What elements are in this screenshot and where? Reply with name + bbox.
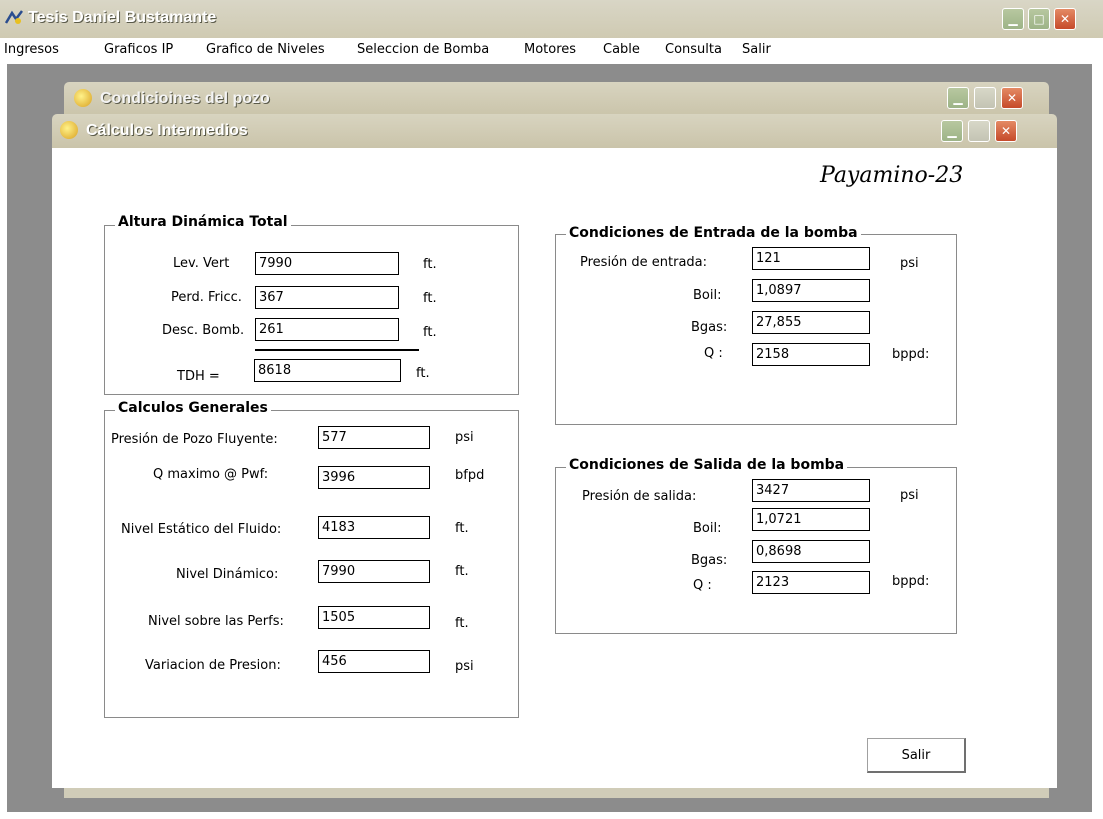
close-button[interactable]: ✕ (1054, 8, 1076, 30)
tdh-group-label: Altura Dinámica Total (115, 214, 291, 230)
tdh-label: TDH = (177, 369, 220, 384)
perd-fricc-label: Perd. Fricc. (171, 290, 242, 305)
close-icon: ✕ (1006, 91, 1018, 105)
maximize-icon: □ (1033, 12, 1045, 26)
calc-window-bottom-border (64, 788, 1049, 798)
discharge-group-label: Condiciones de Salida de la bomba (566, 457, 848, 473)
nivel-perfs-unit: ft. (455, 616, 469, 631)
boil-in-label: Boil: (693, 288, 722, 303)
nivel-dinamico-unit: ft. (455, 564, 469, 579)
minimize-button[interactable]: ▁ (1002, 8, 1024, 30)
variacion-presion-unit: psi (455, 659, 474, 674)
presion-salida-label: Presión de salida: (582, 489, 697, 504)
desc-bomb-field[interactable]: 261 (255, 318, 399, 341)
salir-button[interactable]: Salir (867, 738, 966, 773)
nivel-estatico-label: Nivel Estático del Fluido: (121, 522, 282, 537)
lev-vert-unit: ft. (423, 257, 437, 272)
bg-window-title: Condicioines del pozo (100, 90, 270, 107)
lev-vert-label: Lev. Vert (173, 256, 230, 271)
main-title-bar[interactable]: Tesis Daniel Bustamante ▁ □ ✕ (0, 0, 1103, 38)
presion-salida-field[interactable]: 3427 (752, 479, 870, 502)
nivel-dinamico-field[interactable]: 7990 (318, 560, 430, 583)
well-name: Payamino-23 (820, 163, 964, 188)
menu-grafico-niveles[interactable]: Grafico de Niveles (206, 42, 325, 57)
presion-entrada-label: Presión de entrada: (580, 255, 708, 270)
nivel-dinamico-label: Nivel Dinámico: (176, 567, 279, 582)
nivel-estatico-field[interactable]: 4183 (318, 516, 430, 539)
intake-group-label: Condiciones de Entrada de la bomba (566, 225, 861, 241)
perd-fricc-field[interactable]: 367 (255, 286, 399, 309)
bgas-in-field[interactable]: 27,855 (752, 311, 870, 334)
desc-bomb-label: Desc. Bomb. (162, 323, 245, 338)
q-out-label: Q : (693, 578, 712, 593)
bg-minimize-button[interactable]: ▁ (947, 87, 969, 109)
bg-window-title-bar[interactable]: Condicioines del pozo ▁ ✕ (64, 82, 1049, 116)
calc-window-title-bar[interactable]: Cálculos Intermedios ▁ ✕ (52, 114, 1057, 148)
variacion-presion-label: Variacion de Presion: (145, 658, 281, 673)
form-icon (74, 89, 92, 107)
tdh-unit: ft. (416, 366, 430, 381)
presion-entrada-field[interactable]: 121 (752, 247, 870, 270)
boil-in-field[interactable]: 1,0897 (752, 279, 870, 302)
minimize-icon: ▁ (947, 124, 957, 138)
close-icon: ✕ (1000, 124, 1012, 138)
q-out-field[interactable]: 2123 (752, 571, 870, 594)
nivel-perfs-label: Nivel sobre las Perfs: (148, 614, 284, 629)
menu-seleccion-bomba[interactable]: Seleccion de Bomba (357, 42, 489, 57)
qmax-field[interactable]: 3996 (318, 466, 430, 489)
q-in-label: Q : (704, 346, 723, 361)
presion-salida-unit: psi (900, 488, 919, 503)
menu-graficos-ip[interactable]: Graficos IP (104, 42, 173, 57)
bg-maximize-button (974, 87, 996, 109)
bgas-in-label: Bgas: (691, 320, 728, 335)
menu-salir[interactable]: Salir (742, 42, 771, 57)
tdh-field[interactable]: 8618 (254, 359, 401, 382)
menu-consulta[interactable]: Consulta (665, 42, 722, 57)
bgas-out-label: Bgas: (691, 553, 728, 568)
maximize-button[interactable]: □ (1028, 8, 1050, 30)
minimize-icon: ▁ (1008, 12, 1018, 26)
variacion-presion-field[interactable]: 456 (318, 650, 430, 673)
boil-out-field[interactable]: 1,0721 (752, 508, 870, 531)
desc-bomb-unit: ft. (423, 325, 437, 340)
menu-ingresos[interactable]: Ingresos (4, 42, 59, 57)
calc-minimize-button[interactable]: ▁ (941, 120, 963, 142)
app-icon (4, 9, 24, 27)
pwf-label: Presión de Pozo Fluyente: (111, 432, 278, 447)
form-icon (60, 121, 78, 139)
presion-entrada-unit: psi (900, 256, 919, 271)
calc-close-button[interactable]: ✕ (995, 120, 1017, 142)
perd-fricc-unit: ft. (423, 291, 437, 306)
menu-motores[interactable]: Motores (524, 42, 576, 57)
bgas-out-field[interactable]: 0,8698 (752, 540, 870, 563)
qmax-label: Q maximo @ Pwf: (153, 467, 269, 482)
lev-vert-field[interactable]: 7990 (255, 252, 399, 275)
menu-cable[interactable]: Cable (603, 42, 640, 57)
minimize-icon: ▁ (953, 91, 963, 105)
nivel-perfs-field[interactable]: 1505 (318, 606, 430, 629)
q-out-unit: bppd: (892, 574, 930, 589)
bg-close-button[interactable]: ✕ (1001, 87, 1023, 109)
pwf-field[interactable]: 577 (318, 426, 430, 449)
close-icon: ✕ (1059, 12, 1071, 26)
q-in-unit: bppd: (892, 347, 930, 362)
sum-divider (255, 349, 419, 351)
pwf-unit: psi (455, 430, 474, 445)
qmax-unit: bfpd (455, 468, 485, 483)
nivel-estatico-unit: ft. (455, 521, 469, 536)
general-group-label: Calculos Generales (115, 400, 271, 416)
calc-window-title: Cálculos Intermedios (86, 122, 248, 139)
main-window-title: Tesis Daniel Bustamante (28, 9, 217, 26)
q-in-field[interactable]: 2158 (752, 343, 870, 366)
calc-maximize-button (968, 120, 990, 142)
boil-out-label: Boil: (693, 521, 722, 536)
